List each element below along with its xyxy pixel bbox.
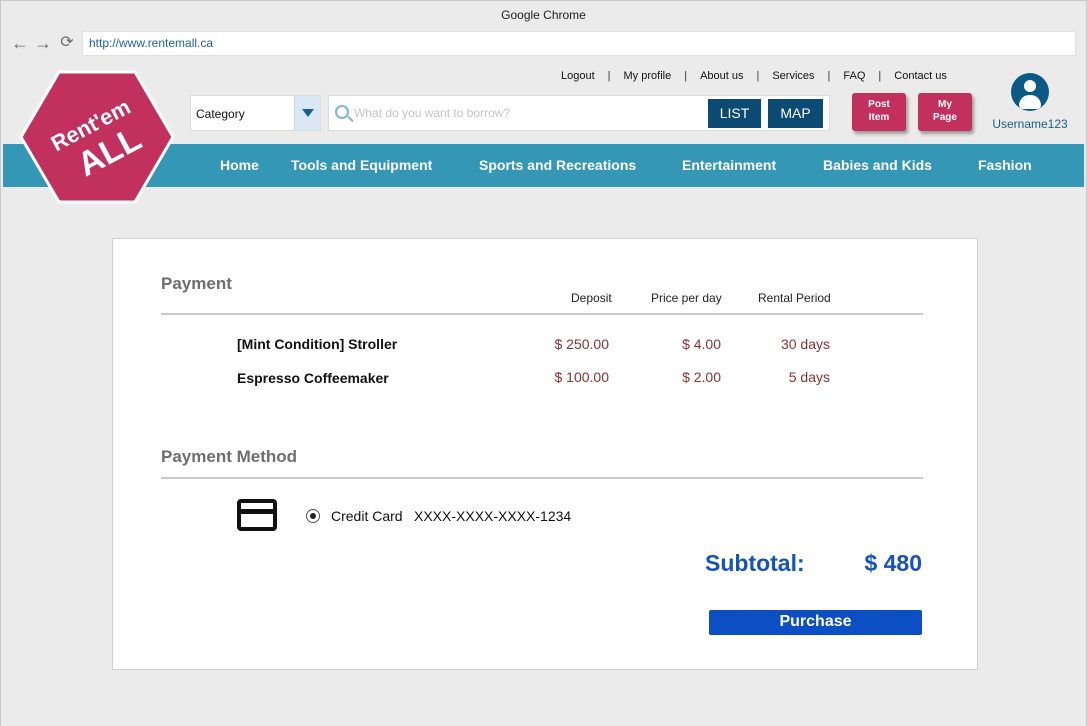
divider (161, 477, 923, 479)
list-button[interactable]: LIST (708, 99, 761, 128)
nav-item-home[interactable]: Home (220, 157, 259, 173)
separator: | (827, 70, 831, 82)
item-period: 5 days (788, 369, 830, 385)
window-title: Google Chrome (501, 8, 586, 22)
my-page-label-line1: My (938, 99, 952, 110)
category-label: Category (196, 107, 245, 121)
services-link[interactable]: Services (772, 70, 814, 82)
search-icon (335, 105, 349, 119)
nav-item-sports-and-recreations[interactable]: Sports and Recreations (479, 157, 636, 173)
nav-item-entertainment[interactable]: Entertainment (682, 157, 776, 173)
forward-arrow-icon[interactable]: → (33, 34, 53, 54)
post-item-label-line2: Item (868, 112, 890, 123)
separator: | (878, 70, 882, 82)
address-bar: ← → ⟳ http://www.rentemall.ca (1, 29, 1086, 59)
column-header-price-per-day: Price per day (651, 291, 722, 305)
credit-card-label: Credit Card (331, 508, 403, 524)
search-input[interactable] (354, 104, 704, 122)
card-number: XXXX-XXXX-XXXX-1234 (414, 508, 572, 524)
browser-window: Google Chrome ← → ⟳ http://www.rentemall… (0, 0, 1087, 726)
my-page-button[interactable]: My Page (918, 93, 972, 131)
item-price: $ 2.00 (682, 369, 721, 385)
top-links: Logout | My profile | About us | Services | FAQ |… (561, 70, 947, 84)
search-bar: LIST MAP (328, 95, 830, 131)
site-logo[interactable]: Rent'em ALL (19, 69, 175, 205)
username: Username123 (992, 117, 1068, 131)
nav-item-babies-and-kids[interactable]: Babies and Kids (823, 157, 932, 173)
column-header-deposit: Deposit (571, 291, 612, 305)
purchase-button[interactable]: Purchase (709, 610, 922, 635)
credit-card-icon (237, 499, 277, 531)
site-page: Logout | My profile | About us | Services | FAQ |… (1, 59, 1086, 726)
post-item-button[interactable]: Post Item (852, 93, 906, 131)
logout-link[interactable]: Logout (561, 70, 595, 82)
about-us-link[interactable]: About us (700, 70, 743, 82)
item-deposit: $ 250.00 (554, 336, 610, 352)
back-arrow-icon[interactable]: ← (10, 34, 30, 54)
item-name: [Mint Condition] Stroller (237, 336, 398, 352)
divider (161, 313, 923, 315)
my-page-label-line2: Page (933, 112, 957, 123)
column-header-rental-period: Rental Period (758, 291, 831, 305)
item-period: 30 days (780, 336, 830, 352)
user-avatar-icon (1011, 73, 1049, 111)
item-name: Espresso Coffeemaker (237, 370, 389, 386)
contact-us-link[interactable]: Contact us (894, 70, 947, 82)
separator: | (756, 70, 760, 82)
nav-item-tools-and-equipment[interactable]: Tools and Equipment (291, 157, 432, 173)
chevron-down-icon[interactable] (294, 96, 320, 130)
map-button[interactable]: MAP (768, 99, 823, 128)
subtotal-label: Subtotal: (705, 550, 805, 576)
credit-card-radio[interactable] (306, 509, 320, 523)
payment-title: Payment (161, 274, 232, 293)
subtotal-value: $ 480 (864, 550, 922, 576)
faq-link[interactable]: FAQ (843, 70, 865, 82)
url-input[interactable]: http://www.rentemall.ca (82, 31, 1076, 56)
payment-method-title: Payment Method (161, 447, 298, 466)
item-price: $ 4.00 (682, 336, 721, 352)
post-item-label-line1: Post (868, 99, 890, 110)
payment-card: Payment Deposit Price per day Rental Per… (112, 238, 978, 670)
reload-icon[interactable]: ⟳ (57, 34, 77, 54)
user-menu[interactable]: Username123 (989, 73, 1071, 131)
separator: | (607, 70, 611, 82)
item-deposit: $ 100.00 (554, 369, 610, 385)
my-profile-link[interactable]: My profile (624, 70, 672, 82)
separator: | (684, 70, 688, 82)
category-select[interactable]: Category (190, 95, 321, 131)
nav-item-fashion[interactable]: Fashion (978, 157, 1032, 173)
